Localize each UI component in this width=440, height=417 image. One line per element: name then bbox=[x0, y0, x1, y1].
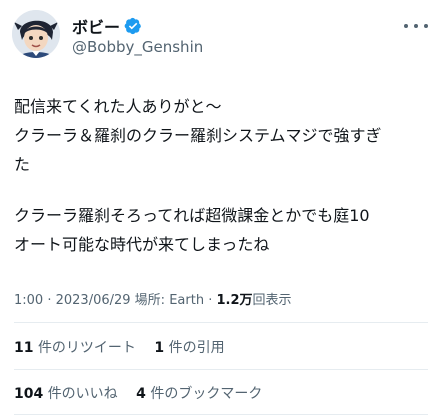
tweet-header: ボビー @Bobby_Genshin bbox=[12, 8, 428, 60]
meta-separator: · bbox=[43, 293, 56, 308]
quotes-label: 件の引用 bbox=[168, 340, 225, 356]
likes-label: 件のいいね bbox=[47, 386, 118, 402]
tweet-location: 場所: Earth bbox=[130, 293, 205, 308]
tweet-line: た bbox=[14, 155, 31, 174]
retweets-stat[interactable]: 11 件のリツイート bbox=[14, 340, 136, 356]
tweet-text: 配信来てくれた人ありがと〜 クラーラ＆羅刹のクラー羅刹システムマジで強すぎ た … bbox=[14, 92, 430, 259]
engagement-row-likes: 104 件のいいね 4 件のブックマーク bbox=[14, 383, 276, 403]
verified-badge-icon bbox=[124, 17, 141, 35]
tweet-date[interactable]: 2023/06/29 bbox=[56, 293, 131, 308]
tweet-line: クラーラ＆羅刹のクラー羅刹システムマジで強すぎ bbox=[14, 126, 382, 145]
retweets-count: 11 bbox=[14, 340, 34, 356]
views-label: 回表示 bbox=[252, 293, 292, 308]
engagement-row-reposts: 11 件のリツイート 1 件の引用 bbox=[14, 337, 239, 357]
tweet-line: オート可能な時代が来てしまったね bbox=[14, 235, 270, 254]
bookmarks-label: 件のブックマーク bbox=[150, 386, 263, 402]
divider bbox=[14, 322, 428, 323]
tweet-line: 配信来てくれた人ありがと〜 bbox=[14, 97, 222, 116]
quotes-count: 1 bbox=[154, 340, 165, 356]
tweet-time[interactable]: 1:00 bbox=[14, 293, 43, 308]
tweet-paragraph-gap bbox=[14, 179, 430, 201]
author-name[interactable]: ボビー bbox=[72, 14, 120, 38]
bookmarks-count: 4 bbox=[136, 386, 146, 402]
author-name-row: ボビー bbox=[72, 14, 142, 38]
divider bbox=[14, 369, 428, 370]
retweets-label: 件のリツイート bbox=[37, 340, 136, 356]
divider bbox=[14, 414, 428, 415]
avatar-illustration bbox=[12, 10, 60, 58]
avatar[interactable] bbox=[12, 10, 60, 58]
tweet-meta: 1:00 · 2023/06/29 場所: Earth · 1.2万回表示 bbox=[14, 289, 292, 308]
meta-separator: · bbox=[204, 293, 217, 308]
bookmarks-stat[interactable]: 4 件のブックマーク bbox=[136, 386, 262, 402]
views-count: 1.2万 bbox=[216, 293, 253, 308]
more-options-icon[interactable] bbox=[404, 16, 428, 36]
author-handle[interactable]: @Bobby_Genshin bbox=[72, 38, 203, 56]
likes-stat[interactable]: 104 件のいいね bbox=[14, 386, 118, 402]
tweet-line: クラーラ羅刹そろってれば超微課金とかでも庭10 bbox=[14, 206, 370, 225]
quotes-stat[interactable]: 1 件の引用 bbox=[154, 340, 224, 356]
likes-count: 104 bbox=[14, 386, 44, 402]
